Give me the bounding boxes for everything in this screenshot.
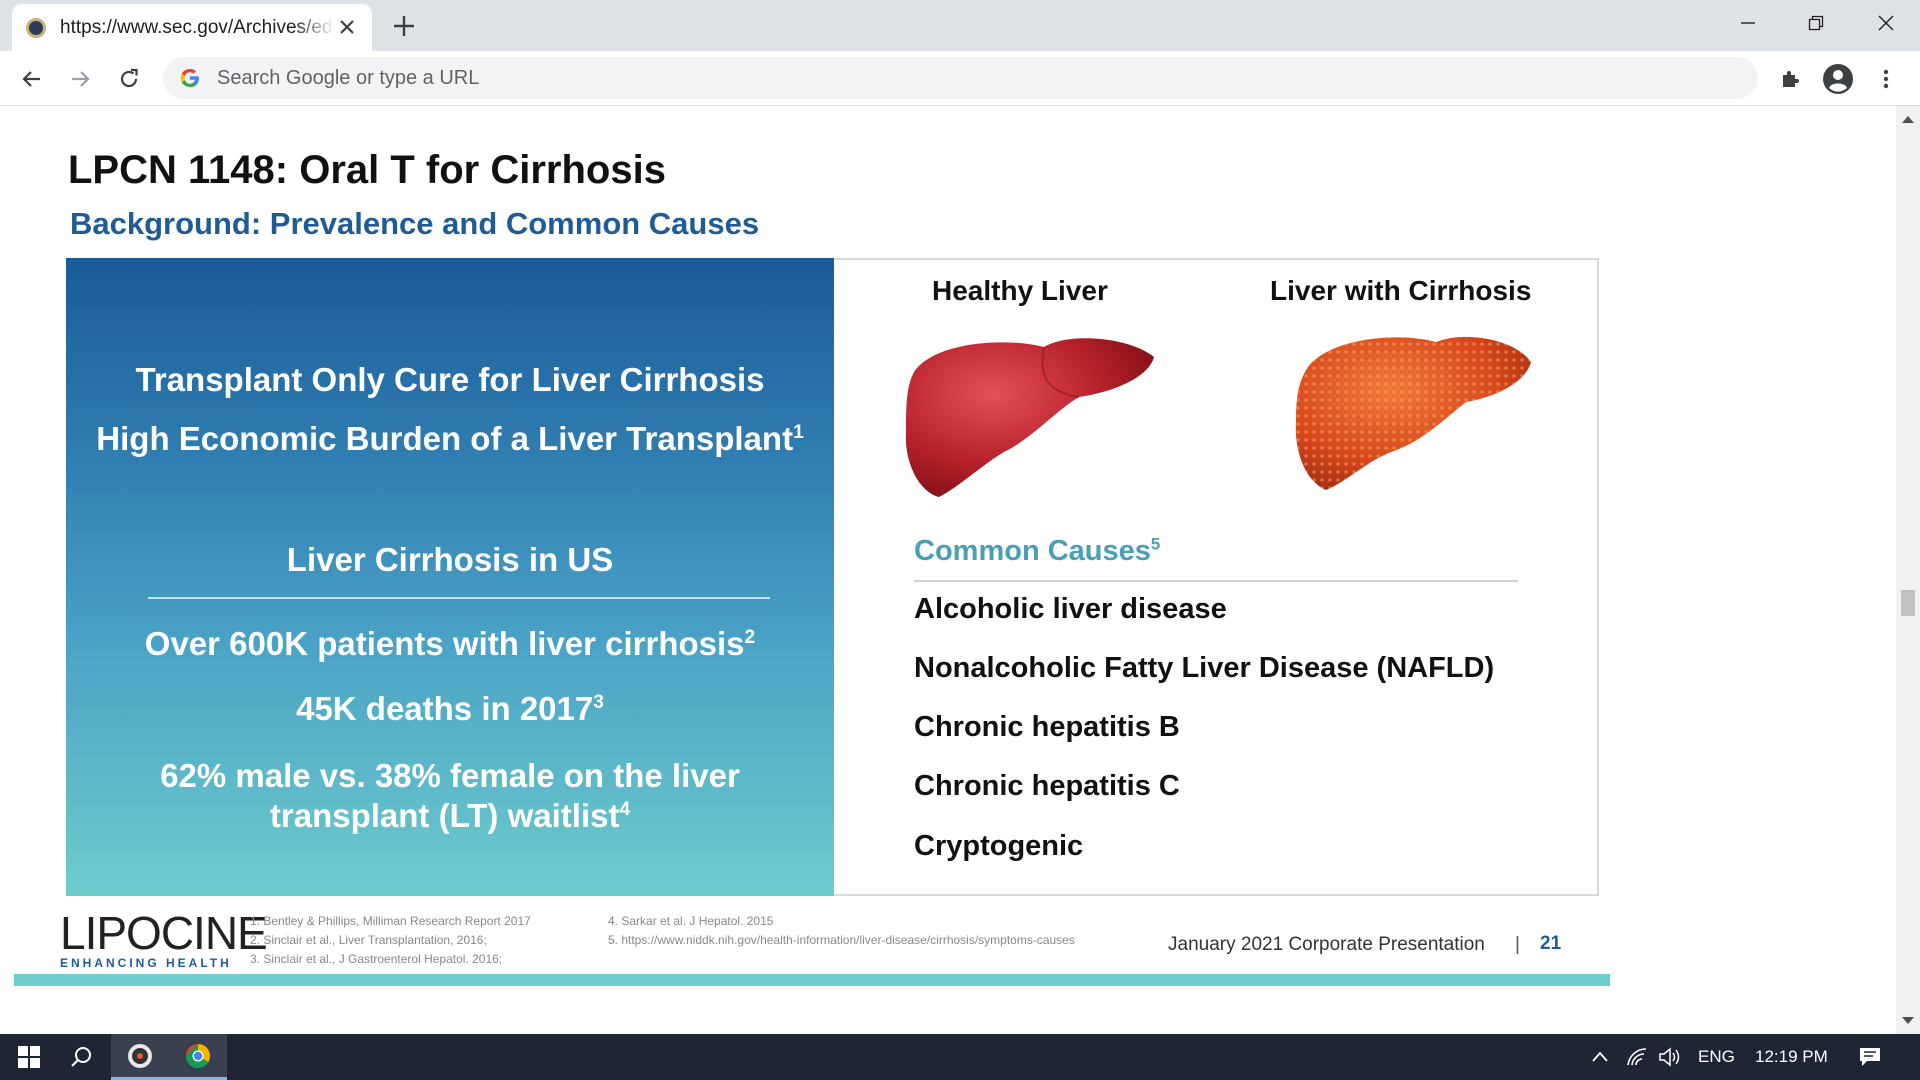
taskbar-app-media[interactable] [111, 1034, 169, 1080]
cause-item: Chronic hepatitis C [914, 770, 1180, 802]
cause-item: Nonalcoholic Fatty Liver Disease (NAFLD) [914, 652, 1495, 684]
reference-item: 2. Sinclair et al., Liver Transplantatio… [250, 933, 487, 947]
taskbar-app-chrome[interactable] [169, 1034, 227, 1080]
clock[interactable]: 12:19 PM [1755, 1047, 1828, 1067]
arrow-right-icon [72, 71, 90, 87]
waitlist-stat-line-2: transplant (LT) waitlist4 [66, 797, 834, 835]
common-causes-text: Common Causes [914, 535, 1151, 567]
ref-superscript: 2 [744, 627, 756, 648]
cause-item: Chronic hepatitis B [914, 711, 1180, 743]
lipocine-logo: LIPOCINE ENHANCING HEALTH [60, 906, 268, 970]
deaths-stat-line: 45K deaths in 20173 [66, 690, 834, 728]
google-g-icon [180, 69, 199, 87]
start-button[interactable] [0, 1034, 58, 1080]
reload-button[interactable] [113, 63, 145, 95]
patients-stat-text: Over 600K patients with liver cirrhosis [144, 625, 745, 662]
media-player-icon [128, 1043, 152, 1068]
windows-logo-icon [18, 1046, 40, 1068]
cause-item: Cryptogenic [914, 830, 1084, 862]
profile-button[interactable] [1822, 63, 1854, 95]
notifications-icon[interactable] [1858, 1046, 1882, 1068]
page-number: 21 [1540, 933, 1562, 954]
minimize-button[interactable] [1728, 8, 1768, 38]
close-tab-icon[interactable] [336, 16, 358, 38]
heading-divider [148, 597, 770, 599]
scroll-down-arrow-icon[interactable] [1902, 1017, 1914, 1024]
sec-favicon-icon [26, 17, 46, 38]
facts-panel: Transplant Only Cure for Liver Cirrhosis… [66, 258, 834, 896]
extensions-button[interactable] [1775, 63, 1807, 95]
reference-item: 3. Sinclair et al., J Gastroenterol Hepa… [250, 952, 503, 966]
scrollbar-thumb[interactable] [1901, 590, 1915, 616]
common-causes-heading: Common Causes5 [914, 535, 1160, 568]
waitlist-stat-text: transplant (LT) waitlist [269, 797, 620, 834]
causes-divider [914, 580, 1518, 582]
new-tab-icon[interactable] [390, 12, 418, 40]
browser-tab[interactable]: https://www.sec.gov/Archives/edgar [12, 4, 372, 51]
patients-stat-line: Over 600K patients with liver cirrhosis2 [66, 625, 834, 663]
healthy-liver-icon [905, 338, 1154, 497]
cirrhosis-liver-icon [1295, 336, 1531, 490]
tab-strip: https://www.sec.gov/Archives/edgar [0, 0, 1920, 51]
address-bar[interactable] [163, 57, 1758, 99]
close-icon [1878, 15, 1894, 31]
reference-item: 4. Sarkar et al. J Hepatol. 2015 [608, 914, 774, 928]
ref-superscript: 1 [793, 422, 804, 443]
logo-wordmark: LIPOCINE [60, 907, 268, 959]
wifi-icon[interactable] [1626, 1047, 1648, 1067]
account-avatar-icon [1823, 64, 1853, 94]
reference-item: 5. https://www.niddk.nih.gov/health-info… [608, 933, 1075, 947]
back-button[interactable] [16, 63, 48, 95]
windows-taskbar: ENG 12:19 PM [0, 1034, 1920, 1080]
arrow-left-icon [22, 71, 40, 87]
slide-title: LPCN 1148: Oral T for Cirrhosis [68, 148, 666, 192]
waitlist-stat-line-1: 62% male vs. 38% female on the liver [160, 757, 740, 794]
kebab-menu-icon [1883, 69, 1889, 89]
scroll-up-arrow-icon[interactable] [1902, 116, 1914, 123]
economic-burden-text: High Economic Burden of a Liver Transpla… [96, 420, 794, 457]
page-viewport: LPCN 1148: Oral T for Cirrhosis Backgrou… [0, 106, 1896, 1034]
ref-superscript: 4 [619, 799, 631, 820]
deaths-stat-text: 45K deaths in 2017 [296, 690, 594, 727]
forward-button[interactable] [64, 63, 96, 95]
reload-icon [120, 68, 138, 88]
tab-title: https://www.sec.gov/Archives/edgar [60, 16, 335, 38]
transplant-cure-text: Transplant Only Cure for Liver Cirrhosis [135, 361, 765, 398]
vertical-scrollbar[interactable] [1896, 106, 1920, 1034]
cirrhosis-liver-label: Liver with Cirrhosis [1270, 275, 1532, 306]
causes-panel: Healthy Liver Liver with Cirrhosis Commo… [834, 258, 1599, 896]
cause-item: Alcoholic liver disease [914, 593, 1227, 625]
chevron-up-icon[interactable] [1590, 1049, 1610, 1065]
url-input[interactable] [217, 66, 1617, 90]
search-button[interactable] [52, 1034, 110, 1080]
ref-superscript: 3 [593, 692, 604, 713]
menu-button[interactable] [1870, 63, 1902, 95]
close-window-button[interactable] [1866, 8, 1906, 38]
minimize-icon [1741, 22, 1755, 24]
reference-item: 1. Bentley & Phillips, Milliman Research… [250, 914, 531, 928]
volume-icon[interactable] [1658, 1046, 1682, 1068]
footer-separator: | [1515, 934, 1520, 955]
us-cirrhosis-heading: Liver Cirrhosis in US [286, 541, 614, 578]
browser-toolbar [0, 51, 1920, 106]
economic-burden-line: High Economic Burden of a Liver Transpla… [66, 420, 834, 458]
restore-button[interactable] [1796, 8, 1836, 38]
slide-subtitle: Background: Prevalence and Common Causes [70, 206, 760, 241]
references-column-1: 1. Bentley & Phillips, Milliman Research… [250, 912, 531, 969]
references-column-2: 4. Sarkar et al. J Hepatol. 2015 5. http… [608, 912, 1075, 950]
footer-accent-bar [14, 974, 1610, 986]
search-icon [71, 1047, 91, 1067]
healthy-liver-label: Healthy Liver [932, 275, 1108, 306]
ref-superscript: 5 [1150, 534, 1161, 554]
presentation-label: January 2021 Corporate Presentation [1168, 934, 1485, 955]
restore-icon [1808, 15, 1824, 31]
chrome-icon [185, 1043, 211, 1068]
puzzle-piece-icon [1783, 71, 1799, 87]
language-indicator[interactable]: ENG [1698, 1047, 1735, 1067]
